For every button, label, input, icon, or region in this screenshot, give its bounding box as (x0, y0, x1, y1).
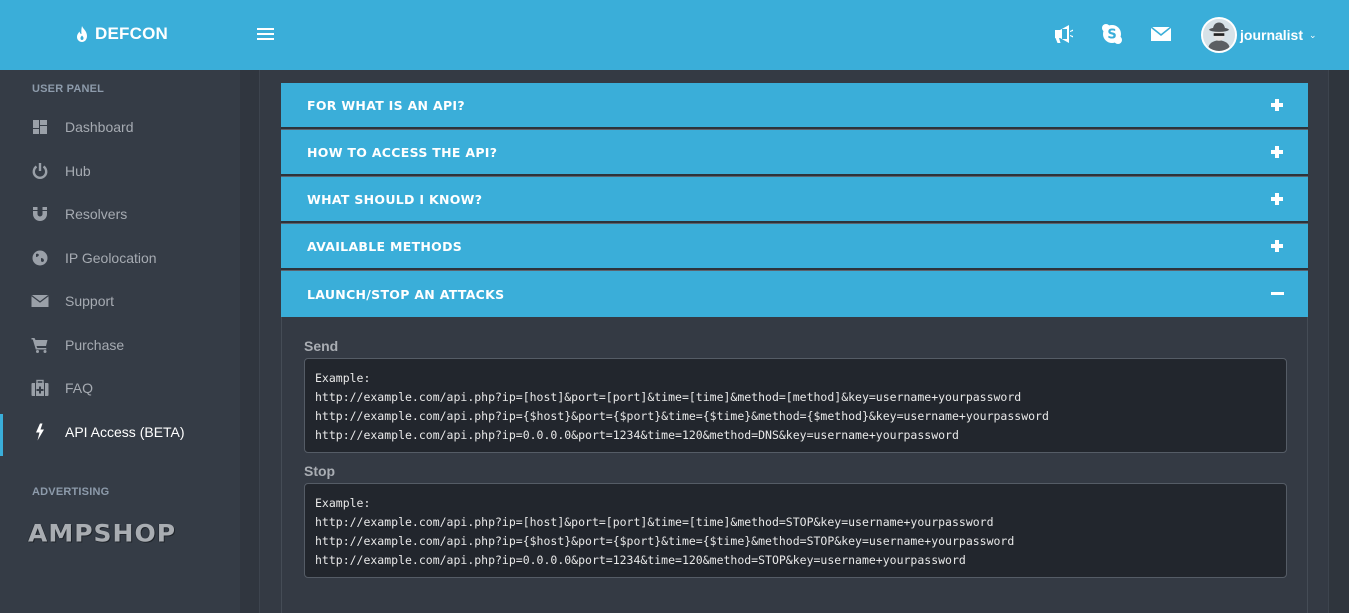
ampshop-ad-banner[interactable]: AMPSHOP (28, 520, 176, 548)
accordion-title: HOW TO ACCESS THE API? (307, 144, 498, 160)
power-icon (31, 162, 49, 180)
plus-icon[interactable] (1271, 193, 1283, 205)
plus-icon[interactable] (1271, 146, 1283, 158)
sidebar-item-api-access[interactable]: API Access (BETA) (0, 412, 240, 456)
sidebar-item-label: Resolvers (65, 206, 128, 222)
code-line: http://example.com/api.php?ip=0.0.0.0&po… (315, 428, 959, 442)
sidebar-item-purchase[interactable]: Purchase (0, 325, 240, 365)
api-accordion: FOR WHAT IS AN API? HOW TO ACCESS THE AP… (281, 83, 1308, 613)
sidebar-item-dashboard[interactable]: Dashboard (0, 107, 240, 147)
code-line: http://example.com/api.php?ip={$host}&po… (315, 409, 1049, 423)
accordion-header-launch-stop[interactable]: LAUNCH/STOP AN ATTACKS (281, 271, 1308, 317)
send-label: Send (304, 338, 339, 354)
send-code-block[interactable]: Example: http://example.com/api.php?ip=[… (304, 358, 1287, 453)
sidebar-item-label: Dashboard (65, 119, 134, 135)
megaphone-icon[interactable] (1052, 22, 1076, 46)
code-line: http://example.com/api.php?ip=0.0.0.0&po… (315, 553, 966, 567)
code-line: Example: (315, 496, 371, 510)
brand-name: DEFCON (95, 24, 168, 43)
sidebar-item-label: IP Geolocation (65, 250, 157, 266)
accordion-title: WHAT SHOULD I KNOW? (307, 191, 483, 207)
sidebar-item-label: Hub (65, 163, 91, 179)
accordion-header-how-to-access[interactable]: HOW TO ACCESS THE API? (281, 130, 1308, 176)
section-label-user-panel: USER PANEL (32, 83, 105, 95)
sidebar-item-resolvers[interactable]: Resolvers (0, 194, 240, 234)
svg-text:S: S (1107, 28, 1116, 43)
sidebar-item-label: Purchase (65, 337, 125, 353)
top-navbar: DEFCON S journalist ⌄ (0, 0, 1349, 70)
accordion-header-what-should-i-know[interactable]: WHAT SHOULD I KNOW? (281, 177, 1308, 223)
username: journalist (1240, 27, 1304, 43)
left-gutter (240, 70, 260, 613)
accordion-header-available-methods[interactable]: AVAILABLE METHODS (281, 224, 1308, 270)
user-menu[interactable]: journalist ⌄ (1201, 17, 1317, 53)
right-gutter (1328, 70, 1349, 613)
sidebar-item-faq[interactable]: FAQ (0, 368, 240, 408)
envelope-icon (31, 292, 49, 310)
accordion-body-launch-stop: Send Example: http://example.com/api.php… (281, 317, 1308, 613)
plus-icon[interactable] (1271, 99, 1283, 111)
sidebar-item-label: FAQ (65, 380, 94, 396)
medkit-icon (31, 379, 49, 397)
code-line: http://example.com/api.php?ip=[host]&por… (315, 515, 994, 529)
section-label-advertising: ADVERTISING (32, 486, 110, 498)
accordion-title: AVAILABLE METHODS (307, 238, 463, 254)
accordion-title: LAUNCH/STOP AN ATTACKS (307, 286, 505, 302)
code-line: http://example.com/api.php?ip=[host]&por… (315, 390, 1022, 404)
stop-code-block[interactable]: Example: http://example.com/api.php?ip=[… (304, 483, 1287, 578)
globe-icon (31, 249, 49, 267)
cart-icon (31, 336, 49, 354)
user-avatar (1201, 17, 1237, 53)
plus-icon[interactable] (1271, 240, 1283, 252)
sidebar-item-ip-geolocation[interactable]: IP Geolocation (0, 238, 240, 278)
brand-logo[interactable]: DEFCON (75, 24, 168, 44)
flame-icon (77, 26, 87, 42)
minus-icon[interactable] (1271, 287, 1284, 299)
bolt-icon (31, 423, 49, 441)
envelope-icon[interactable] (1149, 22, 1173, 46)
sidebar-item-label: API Access (BETA) (65, 424, 185, 440)
accordion-title: FOR WHAT IS AN API? (307, 97, 465, 113)
sidebar-item-label: Support (65, 293, 115, 309)
chevron-down-icon: ⌄ (1309, 29, 1317, 40)
magnet-icon (31, 205, 49, 223)
skype-icon[interactable]: S (1100, 22, 1124, 46)
stop-label: Stop (304, 463, 336, 479)
code-line: http://example.com/api.php?ip={$host}&po… (315, 534, 1015, 548)
code-line: Example: (315, 371, 371, 385)
hamburger-icon[interactable] (257, 28, 274, 42)
dashboard-icon (31, 118, 49, 136)
sidebar-item-hub[interactable]: Hub (0, 151, 240, 191)
accordion-header-what-is-api[interactable]: FOR WHAT IS AN API? (281, 83, 1308, 129)
sidebar-item-support[interactable]: Support (0, 281, 240, 321)
